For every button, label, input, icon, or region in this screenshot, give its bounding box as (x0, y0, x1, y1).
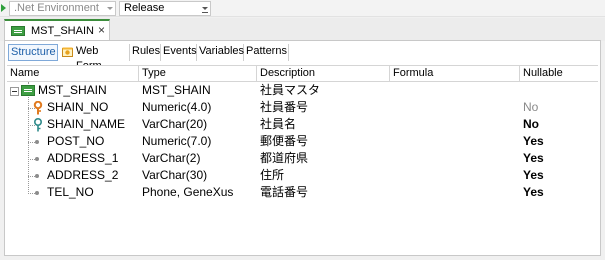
cell-type: Numeric(4.0) (142, 100, 212, 114)
cell-name: ADDRESS_1 (47, 151, 119, 165)
cell-name: MST_SHAIN (38, 83, 107, 97)
column-header-type[interactable]: Type (139, 66, 257, 82)
chevron-down-icon (202, 7, 208, 10)
table-row[interactable]: SHAIN_NO Numeric(4.0) 社員番号 No (7, 99, 598, 116)
column-header-name-label: Name (10, 67, 40, 79)
tab-web-form[interactable]: Web Form (60, 44, 130, 72)
transaction-editor-panel: Structure Web Form Rules Events Variable… (4, 40, 601, 256)
cell-type: VarChar(2) (142, 151, 201, 165)
tab-events-label: Events (163, 45, 197, 57)
table-row-root[interactable]: MST_SHAIN MST_SHAIN 社員マスタ (7, 82, 598, 99)
table-row[interactable]: ADDRESS_2 VarChar(30) 住所 Yes (7, 167, 598, 184)
cell-type: VarChar(30) (142, 168, 208, 182)
run-play-icon[interactable] (1, 4, 6, 12)
cell-description: 社員マスタ (260, 83, 321, 97)
column-header-name[interactable]: Name (7, 66, 139, 82)
web-form-icon (62, 47, 73, 57)
transaction-icon (21, 85, 35, 96)
collapse-toggle-icon[interactable] (10, 87, 19, 96)
document-tab-label: MST_SHAIN (31, 25, 94, 37)
document-tab-mst-shain[interactable]: MST_SHAIN × (4, 19, 110, 42)
column-header-nullable[interactable]: Nullable (520, 66, 598, 82)
cell-type: VarChar(20) (142, 117, 208, 131)
table-row[interactable]: TEL_NO Phone, GeneXus 電話番号 Yes (7, 184, 598, 201)
tree-branch-line (28, 176, 35, 177)
cell-type: Numeric(7.0) (142, 134, 212, 148)
configuration-select-value: Release (124, 2, 165, 14)
transaction-icon (11, 26, 25, 36)
cell-description: 電話番号 (260, 185, 309, 199)
dropdown-bar-icon (202, 12, 208, 13)
cell-description: 社員名 (260, 117, 297, 131)
tab-rules-label: Rules (132, 45, 161, 57)
tab-structure[interactable]: Structure (8, 44, 58, 61)
table-row[interactable]: SHAIN_NAME VarChar(20) 社員名 No (7, 116, 598, 133)
attribute-bullet-icon (35, 191, 39, 195)
cell-description: 社員番号 (260, 100, 309, 114)
cell-nullable: Yes (523, 185, 544, 199)
attribute-bullet-icon (35, 174, 39, 178)
column-header-description-label: Description (260, 67, 316, 79)
cell-type: MST_SHAIN (142, 83, 211, 97)
cell-nullable: Yes (523, 168, 544, 182)
cell-nullable: No (523, 100, 539, 114)
tab-patterns-label: Patterns (246, 45, 287, 57)
tab-variables[interactable]: Variables (197, 44, 244, 61)
cell-type: Phone, GeneXus (142, 185, 234, 199)
cell-name: POST_NO (47, 134, 105, 148)
column-header-type-label: Type (142, 67, 166, 79)
tree-branch-line (28, 142, 35, 143)
cell-nullable: No (523, 117, 539, 131)
environment-select-value: .Net Environment (14, 2, 99, 14)
document-tabstrip: MST_SHAIN × (0, 18, 605, 42)
tab-structure-label: Structure (11, 46, 56, 58)
cell-name: TEL_NO (47, 185, 94, 199)
environment-select[interactable]: .Net Environment (9, 1, 116, 16)
column-header-description[interactable]: Description (257, 66, 390, 82)
cell-description: 住所 (260, 168, 285, 182)
chevron-down-icon (107, 7, 113, 10)
tab-events[interactable]: Events (161, 44, 197, 61)
cell-name: ADDRESS_2 (47, 168, 119, 182)
toolbar: .Net Environment Release (0, 0, 605, 17)
table-row[interactable]: POST_NO Numeric(7.0) 郵便番号 Yes (7, 133, 598, 150)
tree-branch-line (28, 159, 35, 160)
grid-header: Name Type Description Formula Nullable (7, 66, 598, 82)
column-header-formula-label: Formula (393, 67, 434, 79)
cell-name: SHAIN_NAME (47, 117, 126, 131)
column-header-nullable-label: Nullable (523, 67, 563, 79)
structure-grid: Name Type Description Formula Nullable M… (7, 65, 598, 253)
tab-rules[interactable]: Rules (130, 44, 161, 61)
tab-variables-label: Variables (199, 45, 245, 57)
primary-key-icon (33, 101, 43, 115)
cell-nullable: Yes (523, 151, 544, 165)
tab-patterns[interactable]: Patterns (244, 44, 289, 61)
configuration-select[interactable]: Release (119, 1, 211, 16)
tree-branch-line (28, 193, 35, 194)
cell-description: 郵便番号 (260, 134, 309, 148)
cell-description: 都道府県 (260, 151, 309, 165)
cell-nullable: Yes (523, 134, 544, 148)
column-header-formula[interactable]: Formula (390, 66, 520, 82)
attribute-bullet-icon (35, 140, 39, 144)
candidate-key-icon (34, 118, 42, 132)
close-icon[interactable]: × (98, 23, 105, 37)
cell-name: SHAIN_NO (47, 100, 109, 114)
table-row[interactable]: ADDRESS_1 VarChar(2) 都道府県 Yes (7, 150, 598, 167)
attribute-bullet-icon (35, 157, 39, 161)
